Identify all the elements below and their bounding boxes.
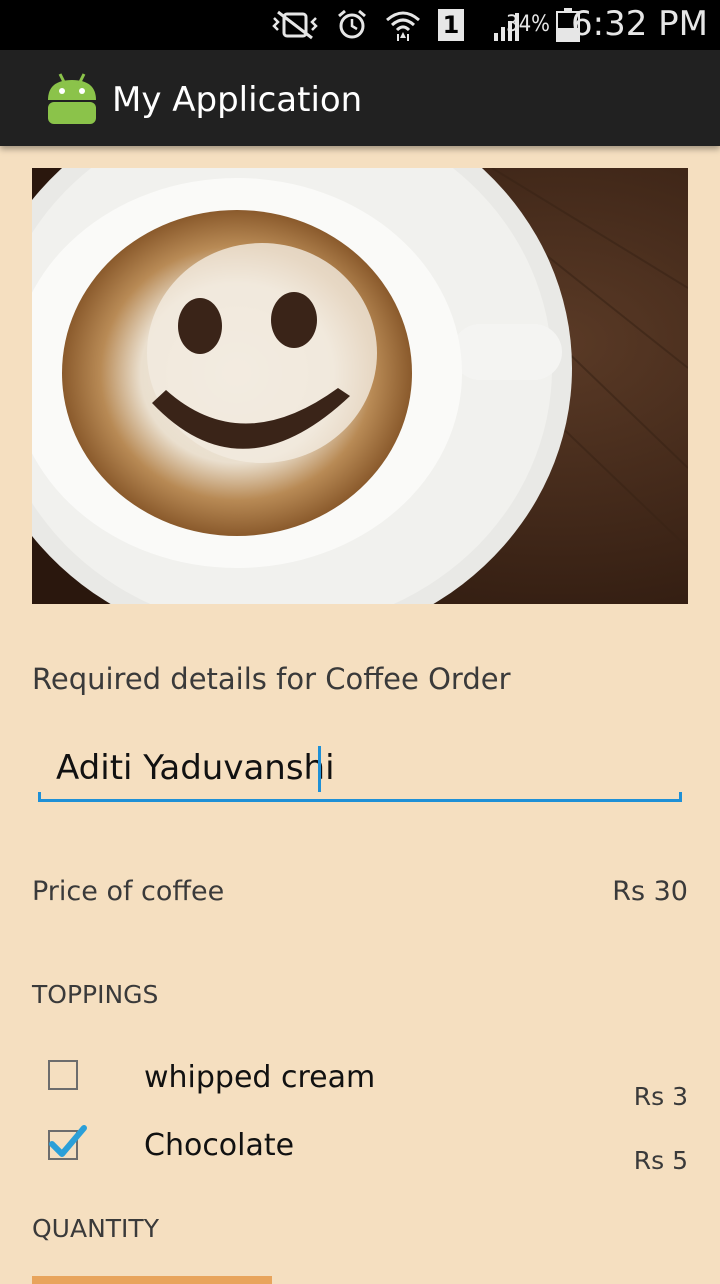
quantity-control[interactable]	[32, 1276, 272, 1284]
wifi-icon	[384, 8, 422, 42]
whipped-cream-checkbox[interactable]	[48, 1060, 78, 1090]
status-icons: 1	[270, 8, 524, 42]
toppings-heading: TOPPINGS	[32, 980, 159, 1009]
coffee-hero-image	[32, 168, 688, 604]
chocolate-price: Rs 5	[633, 1146, 688, 1175]
battery-percent: 34%	[506, 12, 550, 37]
customer-name-value: Aditi Yaduvanshi	[56, 748, 335, 788]
status-bar: 1 34% 6:32 PM	[0, 0, 720, 50]
price-label: Price of coffee	[32, 876, 225, 907]
whipped-cream-price: Rs 3	[633, 1082, 688, 1111]
action-bar: My Application	[0, 50, 720, 146]
checkmark-icon	[49, 1125, 87, 1157]
text-caret	[318, 746, 321, 792]
price-value: Rs 30	[612, 876, 688, 907]
chocolate-label[interactable]: Chocolate	[144, 1128, 294, 1163]
quantity-heading: QUANTITY	[32, 1214, 159, 1243]
android-app-icon	[44, 70, 100, 130]
whipped-cream-label[interactable]: whipped cream	[144, 1060, 375, 1095]
status-time: 6:32 PM	[571, 4, 708, 44]
chocolate-checkbox[interactable]	[48, 1125, 87, 1160]
app-title: My Application	[112, 80, 363, 120]
alarm-icon	[336, 8, 368, 42]
vibrate-mute-icon	[270, 8, 320, 42]
order-details-heading: Required details for Coffee Order	[32, 662, 511, 696]
input-underline	[38, 792, 682, 802]
sim-slot-icon: 1	[438, 9, 464, 41]
customer-name-input[interactable]: Aditi Yaduvanshi	[38, 744, 682, 802]
